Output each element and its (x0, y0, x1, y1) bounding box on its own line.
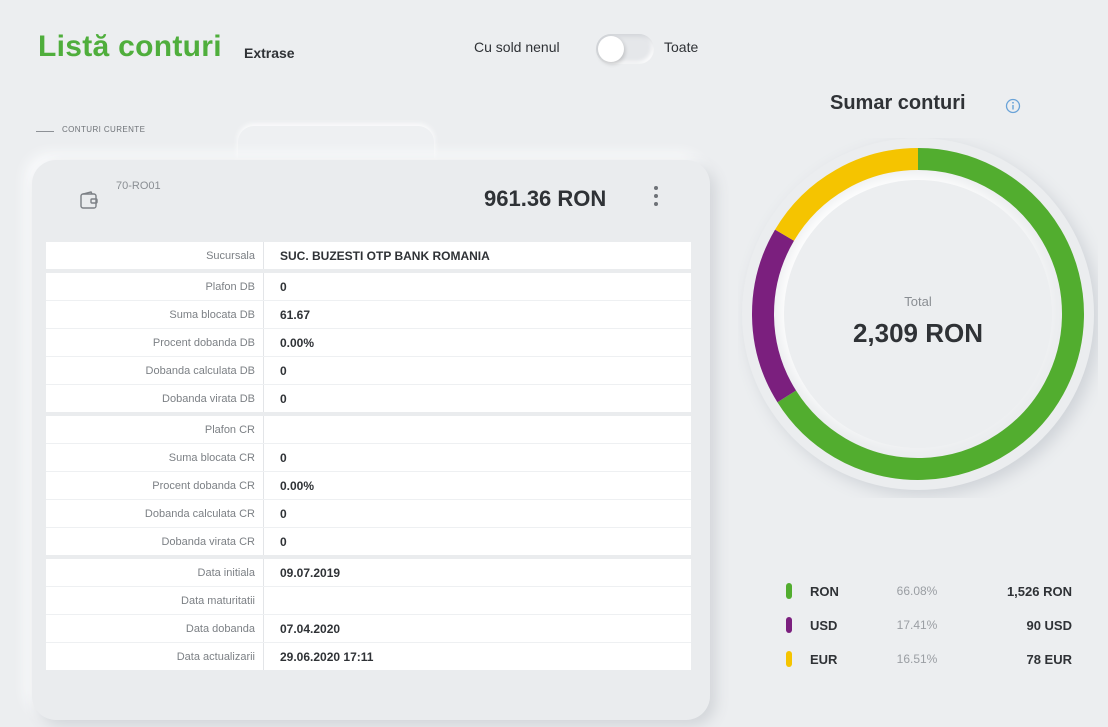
legend-currency: USD (810, 618, 838, 633)
detail-label: Dobanda virata CR (46, 528, 264, 555)
table-row: Sucursala SUC. BUZESTI OTP BANK ROMANIA (46, 242, 691, 269)
legend-currency: EUR (810, 652, 838, 667)
details-group: Plafon CR Suma blocata CR 0 Procent dobanda… (46, 416, 691, 555)
table-row: Data initiala 09.07.2019 (46, 559, 691, 587)
detail-label: Data actualizarii (46, 643, 264, 670)
account-details-table: Sucursala SUC. BUZESTI OTP BANK ROMANIA Pl… (46, 242, 691, 674)
table-row: Plafon CR (46, 416, 691, 444)
detail-label: Plafon DB (46, 273, 264, 300)
table-row: Dobanda calculata DB 0 (46, 357, 691, 385)
detail-value: SUC. BUZESTI OTP BANK ROMANIA (280, 248, 490, 263)
detail-value: 61.67 (280, 307, 311, 322)
detail-label: Dobanda virata DB (46, 385, 264, 412)
legend-percent: 17.41% (896, 618, 938, 632)
detail-label: Dobanda calculata DB (46, 357, 264, 384)
donut-inner-disc (784, 180, 1052, 448)
table-row: Data dobanda 07.04.2020 (46, 615, 691, 643)
legend-amount: 90 USD (1026, 618, 1072, 633)
table-row: Suma blocata DB 61.67 (46, 301, 691, 329)
summary-title: Sumar conturi (830, 92, 966, 114)
detail-value: 0 (280, 363, 287, 378)
table-row: Dobanda virata CR 0 (46, 528, 691, 555)
info-icon[interactable] (1005, 98, 1021, 114)
legend-amount: 1,526 RON (1006, 584, 1072, 599)
legend-swatch (786, 651, 792, 667)
card-stack-tab (238, 126, 434, 162)
toggle-knob (598, 36, 624, 62)
detail-label: Procent dobanda CR (46, 472, 264, 499)
detail-value: 0 (280, 450, 287, 465)
legend-currency: RON (810, 584, 839, 599)
filter-nonzero-label: Cu sold nenul (474, 39, 560, 55)
legend-swatch (786, 617, 792, 633)
page-title: Listă conturi (38, 30, 222, 63)
table-row: Suma blocata CR 0 (46, 444, 691, 472)
extrase-link[interactable]: Extrase (244, 45, 295, 61)
detail-label: Data initiala (46, 559, 264, 586)
currency-legend: RON 66.08% 1,526 RON USD 17.41% 90 USD EUR 16.5… (786, 578, 1086, 680)
detail-value: 07.04.2020 (280, 621, 341, 636)
detail-label: Plafon CR (46, 416, 264, 443)
legend-item: EUR 16.51% 78 EUR (786, 646, 1086, 680)
filter-all-label: Toate (664, 39, 699, 55)
total-value: 2,309 RON (852, 318, 984, 348)
more-options-icon[interactable] (648, 182, 664, 212)
section-divider (36, 131, 54, 132)
detail-value: 0 (280, 279, 287, 294)
details-group: Sucursala SUC. BUZESTI OTP BANK ROMANIA (46, 242, 691, 269)
table-row: Procent dobanda DB 0.00% (46, 329, 691, 357)
detail-label: Procent dobanda DB (46, 329, 264, 356)
table-row: Dobanda calculata CR 0 (46, 500, 691, 528)
detail-value: 0 (280, 391, 287, 406)
detail-value: 0.00% (280, 335, 315, 350)
legend-amount: 78 EUR (1026, 652, 1072, 667)
legend-item: USD 17.41% 90 USD (786, 612, 1086, 646)
legend-percent: 66.08% (896, 584, 938, 598)
detail-value: 29.06.2020 17:11 (280, 649, 374, 664)
legend-item: RON 66.08% 1,526 RON (786, 578, 1086, 612)
detail-value: 0 (280, 534, 287, 549)
legend-swatch (786, 583, 792, 599)
wallet-icon (80, 191, 98, 209)
detail-value: 0.00% (280, 478, 315, 493)
detail-label: Data dobanda (46, 615, 264, 642)
detail-label: Suma blocata DB (46, 301, 264, 328)
table-row: Data maturitatii (46, 587, 691, 615)
table-row: Procent dobanda CR 0.00% (46, 472, 691, 500)
detail-label: Data maturitatii (46, 587, 264, 614)
detail-value: 0 (280, 506, 287, 521)
detail-label: Dobanda calculata CR (46, 500, 264, 527)
detail-label: Suma blocata CR (46, 444, 264, 471)
detail-value: 09.07.2019 (280, 565, 341, 580)
details-group: Plafon DB 0 Suma blocata DB 61.67 Procent do… (46, 273, 691, 412)
legend-percent: 16.51% (896, 652, 938, 666)
section-label: CONTURI CURENTE (62, 125, 146, 134)
table-row: Data actualizarii 29.06.2020 17:11 (46, 643, 691, 670)
table-row: Dobanda virata DB 0 (46, 385, 691, 412)
table-row: Plafon DB 0 (46, 273, 691, 301)
account-balance: 961.36 RON (484, 186, 607, 211)
details-group: Data initiala 09.07.2019 Data maturitatii D… (46, 559, 691, 670)
account-name: 70-RO01 (116, 180, 161, 192)
balance-filter-toggle[interactable] (596, 34, 654, 64)
total-label: Total (904, 294, 932, 309)
detail-label: Sucursala (46, 242, 264, 269)
